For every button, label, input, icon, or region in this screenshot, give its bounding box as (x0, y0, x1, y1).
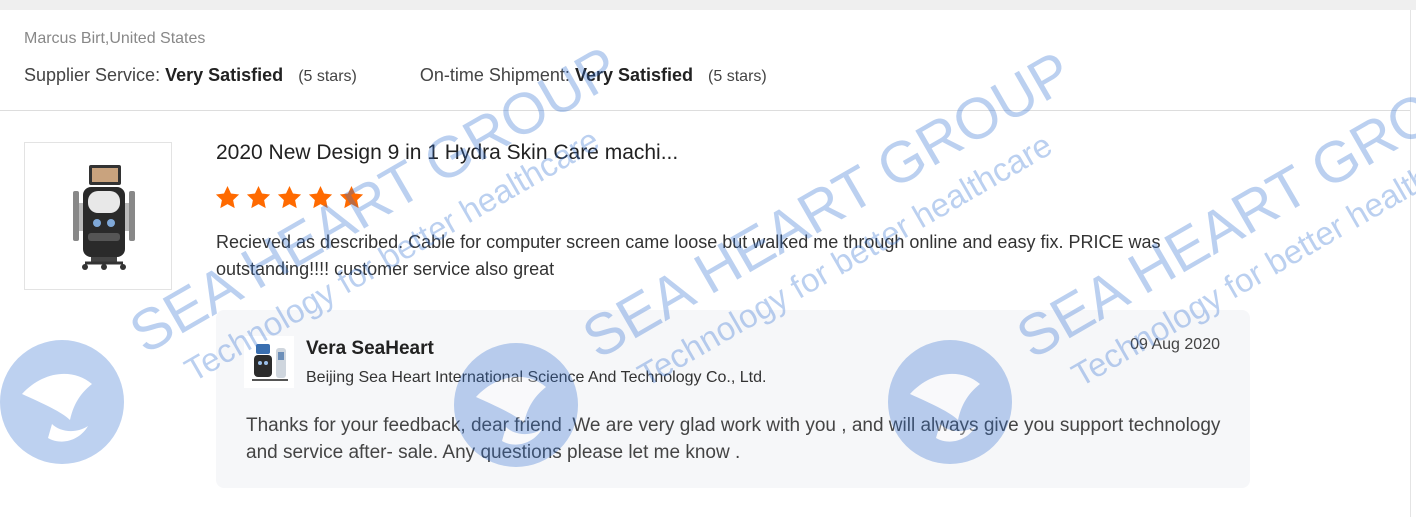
product-rating-stars (214, 184, 365, 214)
section-divider (0, 110, 1410, 111)
right-border (1410, 10, 1411, 517)
product-thumbnail[interactable] (24, 142, 172, 290)
reply-text: Thanks for your feedback, dear friend .W… (246, 415, 1221, 463)
seller-name: Vera SeaHeart (306, 338, 434, 359)
star-icon (339, 186, 364, 209)
reply-date: 09 Aug 2020 (1130, 336, 1220, 353)
hydra-machine-image (73, 165, 135, 270)
rating-stars-note: (5 stars) (298, 68, 357, 85)
rating-label: On-time Shipment: (419, 65, 570, 85)
seller-avatar (244, 336, 294, 388)
watermark-logo-icon (0, 340, 124, 464)
seller-reply: Vera SeaHeart Beijing Sea Heart Internat… (216, 310, 1250, 488)
product-title-link[interactable]: 2020 New Design 9 in 1 Hydra Skin Care m… (216, 141, 678, 165)
top-bar (0, 0, 1416, 10)
supplier-service-rating: Supplier Service: Very Satisfied (5 star… (24, 65, 357, 86)
rating-value: Very Satisfied (165, 65, 284, 85)
star-icon (246, 186, 271, 209)
review-text: Recieved as described. Cable for compute… (216, 232, 1161, 279)
star-icon (308, 186, 333, 209)
rating-stars-note: (5 stars) (708, 68, 767, 85)
reviewer-info: Marcus Birt,United States (24, 30, 206, 47)
seller-company: Beijing Sea Heart International Science … (306, 369, 767, 386)
seller-avatar-icon (244, 336, 294, 388)
shipment-rating: On-time Shipment: Very Satisfied (5 star… (420, 65, 767, 86)
rating-value: Very Satisfied (574, 65, 694, 85)
star-icon (215, 186, 240, 209)
rating-summary: Supplier Service: Very Satisfied (5 star… (24, 65, 767, 86)
rating-label: Supplier Service: (24, 65, 161, 85)
star-icon (277, 186, 302, 209)
